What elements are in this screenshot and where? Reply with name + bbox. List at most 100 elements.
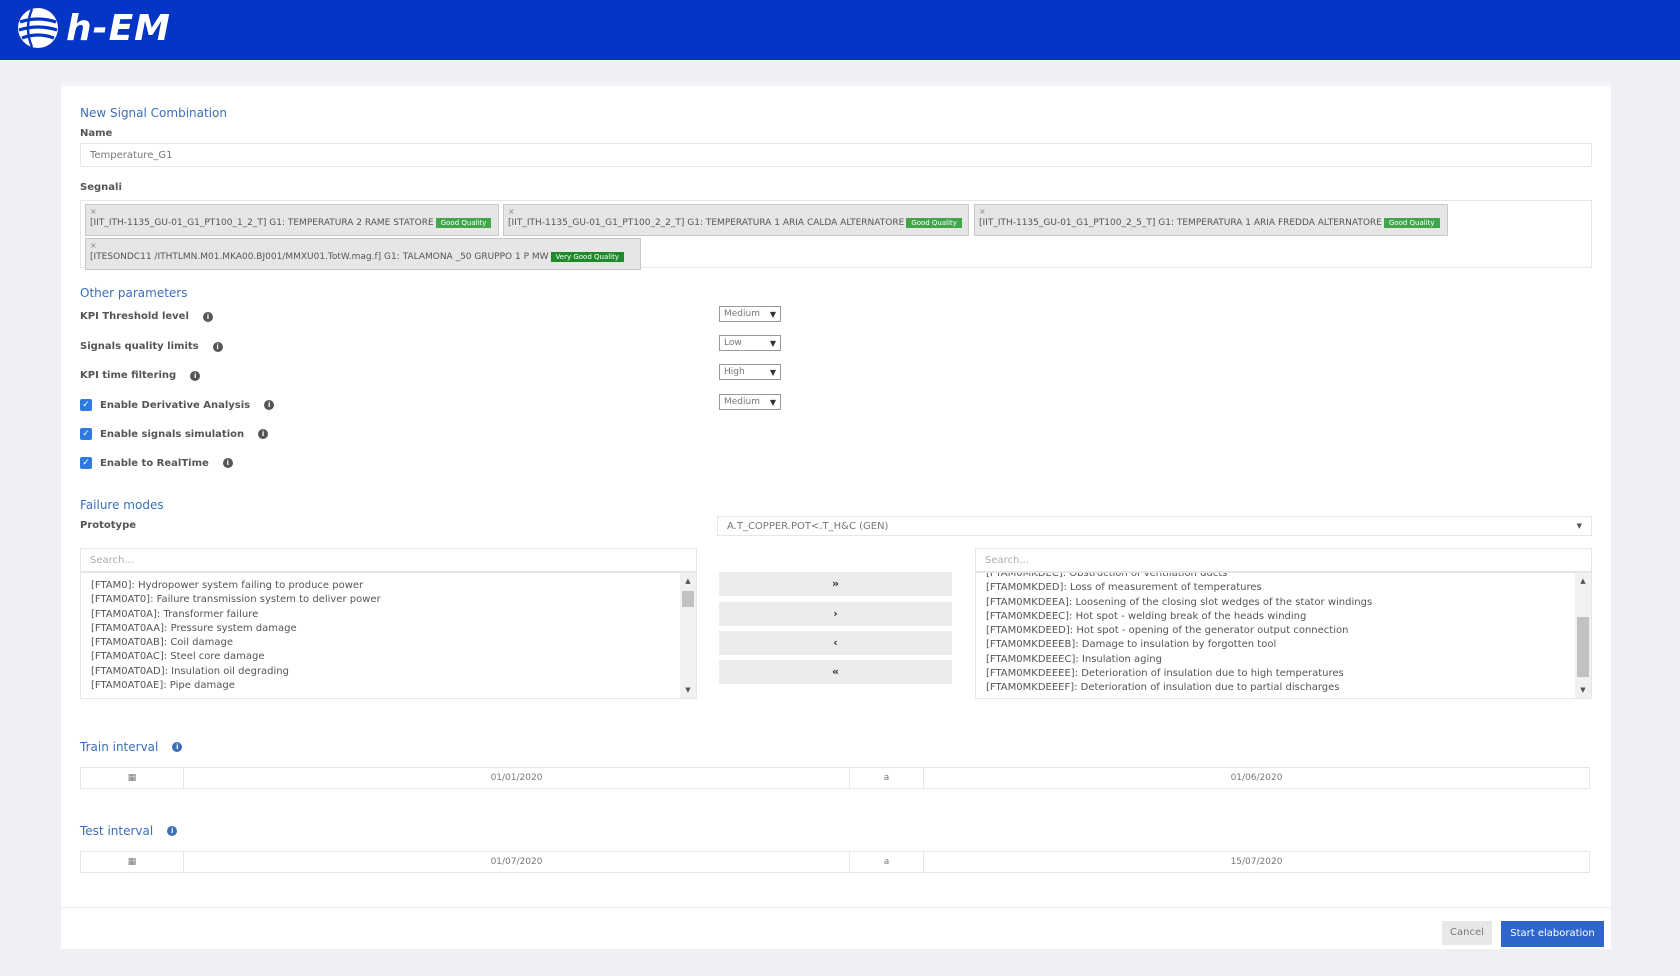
kpi-threshold-label: KPI Threshold level i xyxy=(80,311,213,322)
name-input[interactable]: Temperature_G1 xyxy=(80,143,1592,167)
scroll-up-icon[interactable]: ▲ xyxy=(1575,575,1591,587)
brand-name: h-EM xyxy=(66,7,171,49)
list-item[interactable]: [FTAM0AT0AA]: Pressure system damage xyxy=(81,622,696,636)
kpi-threshold-text: KPI Threshold level xyxy=(80,311,189,322)
list-item[interactable]: [FTAM0MKDEEEB]: Damage to insulation by … xyxy=(976,638,1591,652)
list-item[interactable]: [FTAM0MKDED]: Loss of measurement of tem… xyxy=(976,581,1591,595)
list-item[interactable]: [FTAM0MKDEEEC]: Insulation aging xyxy=(976,653,1591,667)
signal-chip-label: [IIT_ITH-1135_GU-01_G1_PT100_2_5_T] G1: … xyxy=(979,218,1382,228)
signal-chip[interactable]: × [IIT_ITH-1135_GU-01_G1_PT100_2_2_T] G1… xyxy=(503,204,969,236)
chevron-down-icon: ▼ xyxy=(769,309,776,319)
info-icon[interactable]: i xyxy=(172,742,183,752)
realtime-text: Enable to RealTime xyxy=(100,457,209,469)
train-interval-range: ▦ 01/01/2020 a 01/06/2020 xyxy=(80,767,1590,789)
chevron-down-icon: ▼ xyxy=(769,338,776,348)
realtime-checkbox[interactable]: ✓ xyxy=(80,457,92,469)
calendar-icon[interactable]: ▦ xyxy=(81,768,184,788)
simulation-checkbox[interactable]: ✓ xyxy=(80,428,92,440)
scroll-thumb[interactable] xyxy=(1577,617,1589,677)
test-to-date[interactable]: 15/07/2020 xyxy=(924,852,1589,872)
kpi-threshold-select[interactable]: Medium ▼ xyxy=(719,306,781,322)
app-header: h-EM xyxy=(0,0,1680,60)
chevron-down-icon: ▼ xyxy=(1576,522,1582,530)
range-separator: a xyxy=(850,768,924,788)
selected-search-input[interactable]: Search... xyxy=(975,548,1592,572)
scroll-down-icon[interactable]: ▼ xyxy=(680,684,696,696)
scroll-down-icon[interactable]: ▼ xyxy=(1575,684,1591,696)
quality-badge: Good Quality xyxy=(435,217,492,228)
info-icon[interactable]: i xyxy=(167,826,178,836)
quality-badge: Very Good Quality xyxy=(550,251,625,262)
signal-chip-label: [ITESONDC11 /ITHTLMN.M01.MKA00.BJ001/MMX… xyxy=(90,252,549,262)
available-search-input[interactable]: Search... xyxy=(80,548,697,572)
scroll-thumb[interactable] xyxy=(682,591,694,607)
prototype-label: Prototype xyxy=(80,520,137,531)
scrollbar[interactable]: ▲ ▼ xyxy=(1575,573,1591,698)
realtime-option[interactable]: ✓ Enable to RealTime i xyxy=(80,457,233,469)
list-item[interactable]: [FTAM0MKDEEA]: Loosening of the closing … xyxy=(976,596,1591,610)
simulation-text: Enable signals simulation xyxy=(100,428,245,440)
test-interval-title: Test interval xyxy=(80,824,154,838)
test-interval-range: ▦ 01/07/2020 a 15/07/2020 xyxy=(80,851,1590,873)
info-icon[interactable]: i xyxy=(190,370,201,381)
info-icon[interactable]: i xyxy=(258,429,269,439)
signals-multiselect[interactable]: × [IIT_ITH-1135_GU-01_G1_PT100_1_2_T] G1… xyxy=(80,200,1592,270)
info-icon[interactable]: i xyxy=(212,341,223,352)
info-icon[interactable]: i xyxy=(264,400,275,410)
test-from-date[interactable]: 01/07/2020 xyxy=(184,852,850,872)
signals-quality-select[interactable]: Low ▼ xyxy=(719,335,781,351)
list-item[interactable]: [FTAM0AT0AB]: Coil damage xyxy=(81,636,696,650)
signal-chip[interactable]: × [ITESONDC11 /ITHTLMN.M01.MKA00.BJ001/M… xyxy=(85,238,641,270)
derivative-text: Enable Derivative Analysis xyxy=(100,399,251,411)
start-elaboration-button[interactable]: Start elaboration xyxy=(1501,921,1604,947)
signals-quality-value: Low xyxy=(724,338,742,348)
chip-remove-icon[interactable]: × xyxy=(508,207,964,216)
list-item[interactable]: [FTAM0MKDEC]: Obstruction of ventilation… xyxy=(976,573,1591,581)
list-item[interactable]: [FTAM0AT0AC]: Steel core damage xyxy=(81,650,696,664)
list-item[interactable]: [FTAM0MKDEEEF]: Deterioration of insulat… xyxy=(976,681,1591,695)
info-icon[interactable]: i xyxy=(202,311,213,322)
train-to-date[interactable]: 01/06/2020 xyxy=(924,768,1589,788)
derivative-checkbox[interactable]: ✓ xyxy=(80,399,92,411)
signal-chip[interactable]: × [IIT_ITH-1135_GU-01_G1_PT100_2_5_T] G1… xyxy=(974,204,1448,236)
quality-badge: Good Quality xyxy=(1383,217,1440,228)
list-item[interactable]: [FTAM0MKDEEEE]: Deterioration of insulat… xyxy=(976,667,1591,681)
train-interval-header: Train interval i xyxy=(80,740,183,754)
list-item[interactable]: [FTAM0]: Hydropower system failing to pr… xyxy=(81,579,696,593)
chip-remove-icon[interactable]: × xyxy=(90,207,494,216)
scroll-up-icon[interactable]: ▲ xyxy=(680,575,696,587)
footer-divider xyxy=(61,907,1611,908)
list-item[interactable]: [FTAM0MKDEEC]: Hot spot - welding break … xyxy=(976,610,1591,624)
name-label: Name xyxy=(80,128,113,139)
cancel-button[interactable]: Cancel xyxy=(1442,921,1492,945)
kpi-time-select[interactable]: High ▼ xyxy=(719,364,781,380)
list-item[interactable]: [FTAM0AT0]: Failure transmission system … xyxy=(81,593,696,607)
train-from-date[interactable]: 01/01/2020 xyxy=(184,768,850,788)
derivative-analysis-option[interactable]: ✓ Enable Derivative Analysis i xyxy=(80,399,275,411)
info-icon[interactable]: i xyxy=(222,458,233,468)
selected-failure-modes-list[interactable]: [FTAM0MKDEC]: Obstruction of ventilation… xyxy=(975,572,1592,699)
selected-search-placeholder: Search... xyxy=(985,554,1029,566)
add-all-button[interactable]: » xyxy=(719,572,952,596)
available-failure-modes-list[interactable]: [FTAM0]: Hydropower system failing to pr… xyxy=(80,572,697,699)
scrollbar[interactable]: ▲ ▼ xyxy=(680,573,696,698)
signal-chip[interactable]: × [IIT_ITH-1135_GU-01_G1_PT100_1_2_T] G1… xyxy=(85,204,499,236)
signal-chip-label: [IIT_ITH-1135_GU-01_G1_PT100_1_2_T] G1: … xyxy=(90,218,434,228)
prototype-select[interactable]: A.T_COPPER.POT<.T_H&C (GEN) ▼ xyxy=(717,516,1592,536)
signals-simulation-option[interactable]: ✓ Enable signals simulation i xyxy=(80,428,269,440)
list-item[interactable]: [FTAM0MKDEED]: Hot spot - opening of the… xyxy=(976,624,1591,638)
add-button[interactable]: › xyxy=(719,602,952,626)
brand-logo[interactable]: h-EM xyxy=(16,6,171,50)
remove-button[interactable]: ‹ xyxy=(719,631,952,655)
derivative-value: Medium xyxy=(724,397,760,407)
list-item[interactable]: [FTAM0AT0AE]: Pipe damage xyxy=(81,679,696,693)
calendar-icon[interactable]: ▦ xyxy=(81,852,184,872)
chip-remove-icon[interactable]: × xyxy=(979,207,1443,216)
available-search-placeholder: Search... xyxy=(90,554,134,566)
list-item[interactable]: [FTAM0AT0A]: Transformer failure xyxy=(81,608,696,622)
list-item[interactable]: [FTAM0AT0AD]: Insulation oil degrading xyxy=(81,665,696,679)
kpi-time-text: KPI time filtering xyxy=(80,370,177,381)
derivative-select[interactable]: Medium ▼ xyxy=(719,394,781,410)
remove-all-button[interactable]: « xyxy=(719,660,952,684)
chip-remove-icon[interactable]: × xyxy=(90,241,636,250)
